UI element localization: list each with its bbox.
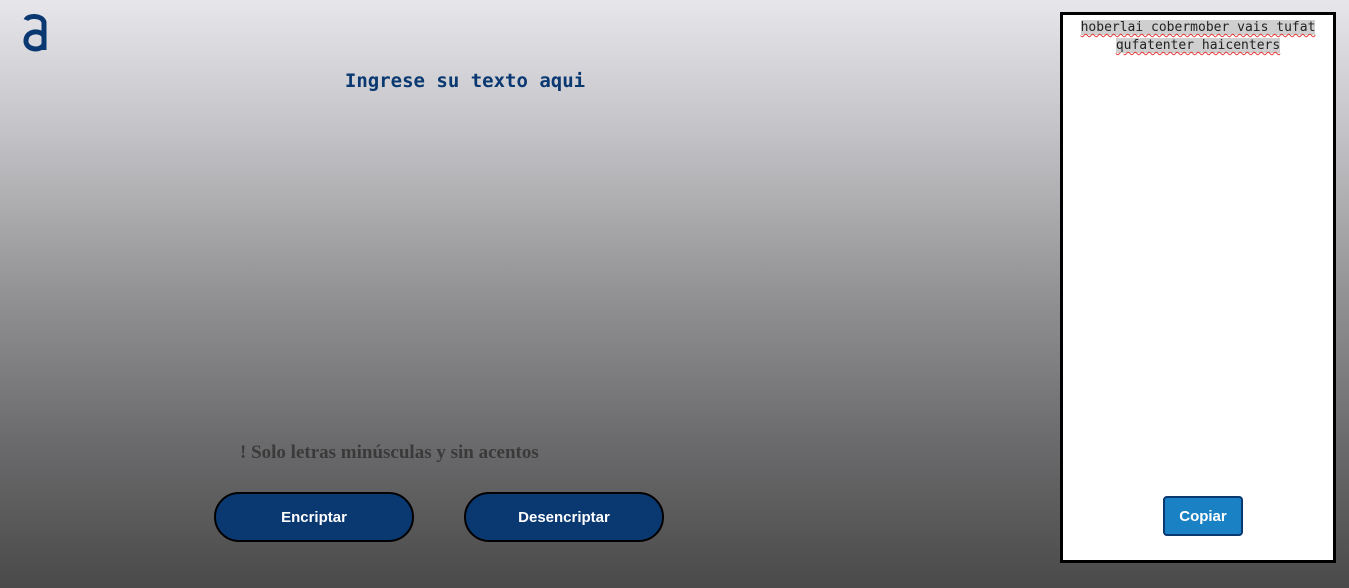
output-text[interactable]: hoberlai cobermober vais tufat qufatente… [1069, 19, 1327, 55]
output-panel: hoberlai cobermober vais tufat qufatente… [1060, 12, 1336, 563]
text-input[interactable] [140, 70, 790, 410]
decrypt-button[interactable]: Desencriptar [464, 492, 664, 542]
warning-message: ! Solo letras minúsculas y sin acentos [240, 442, 539, 463]
encrypt-button[interactable]: Encriptar [214, 492, 414, 542]
alura-logo-icon [23, 14, 47, 52]
copy-button[interactable]: Copiar [1163, 496, 1243, 536]
output-text-value: hoberlai cobermober vais tufat qufatente… [1080, 20, 1316, 53]
